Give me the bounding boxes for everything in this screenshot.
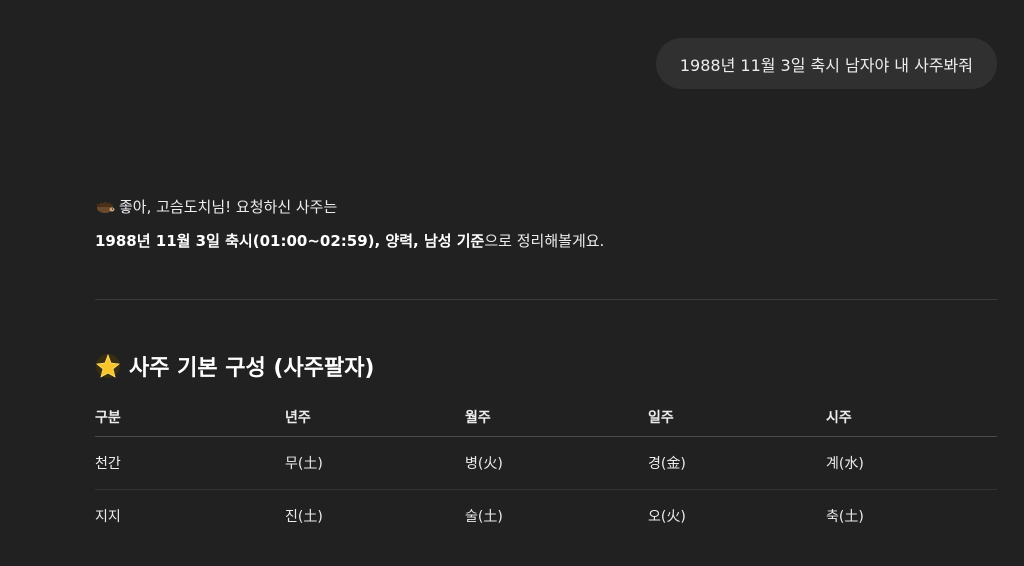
table-header-cell: 월주: [465, 398, 648, 437]
table-row: 천간 무(土) 병(火) 경(金) 계(水): [95, 436, 997, 490]
glowing-star-icon: [96, 353, 120, 378]
table-header-row: 구분 년주 월주 일주 시주: [95, 398, 997, 437]
assistant-message: 좋아, 고슴도치님! 요청하신 사주는 1988년 11월 3일 축시(01:0…: [95, 190, 997, 258]
table-cell: 축(土): [826, 509, 864, 525]
assistant-intro-rest: 으로 정리해볼게요.: [484, 232, 605, 250]
table-cell: 계(水): [826, 436, 997, 490]
table-cell: 진(土): [285, 509, 323, 525]
user-message-text: 1988년 11월 3일 축시 남자야 내 사주봐줘: [679, 55, 973, 75]
table-cell: 지지: [95, 509, 121, 525]
table-cell: 병(火): [465, 436, 648, 490]
assistant-intro-line-1: 좋아, 고슴도치님! 요청하신 사주는: [95, 190, 997, 224]
section-heading: 사주 기본 구성 (사주팔자): [95, 350, 375, 382]
table-header-cell: 년주: [285, 398, 465, 437]
table-row: 지지 진(土) 술(土) 오(火) 축(土): [95, 490, 997, 543]
assistant-intro-bold: 1988년 11월 3일 축시(01:00~02:59), 양력, 남성 기준: [95, 232, 485, 250]
table-cell: 무(土): [285, 436, 465, 490]
assistant-intro-line-2: 1988년 11월 3일 축시(01:00~02:59), 양력, 남성 기준으…: [95, 224, 997, 258]
table-header-cell: 시주: [826, 398, 997, 437]
hedgehog-icon: [96, 201, 115, 213]
assistant-intro-text: 좋아, 고슴도치님! 요청하신 사주는: [119, 198, 338, 216]
table-cell: 술(土): [465, 509, 503, 525]
chat-page: 1988년 11월 3일 축시 남자야 내 사주봐줘 좋아, 고슴도치님! 요청…: [0, 0, 1024, 566]
table-cell: 천간: [95, 436, 285, 490]
section-title-text: 사주 기본 구성 (사주팔자): [129, 356, 375, 381]
table-header-cell: 구분: [95, 398, 285, 437]
table-cell: 경(金): [648, 436, 826, 490]
table-cell: 오(火): [648, 509, 686, 525]
saju-table: 구분 년주 월주 일주 시주 천간 무(土) 병(火) 경(金) 계(水) 지지…: [95, 398, 997, 542]
user-message-bubble: 1988년 11월 3일 축시 남자야 내 사주봐줘: [655, 38, 997, 89]
section-divider: [95, 299, 997, 300]
table-header-cell: 일주: [648, 398, 826, 437]
